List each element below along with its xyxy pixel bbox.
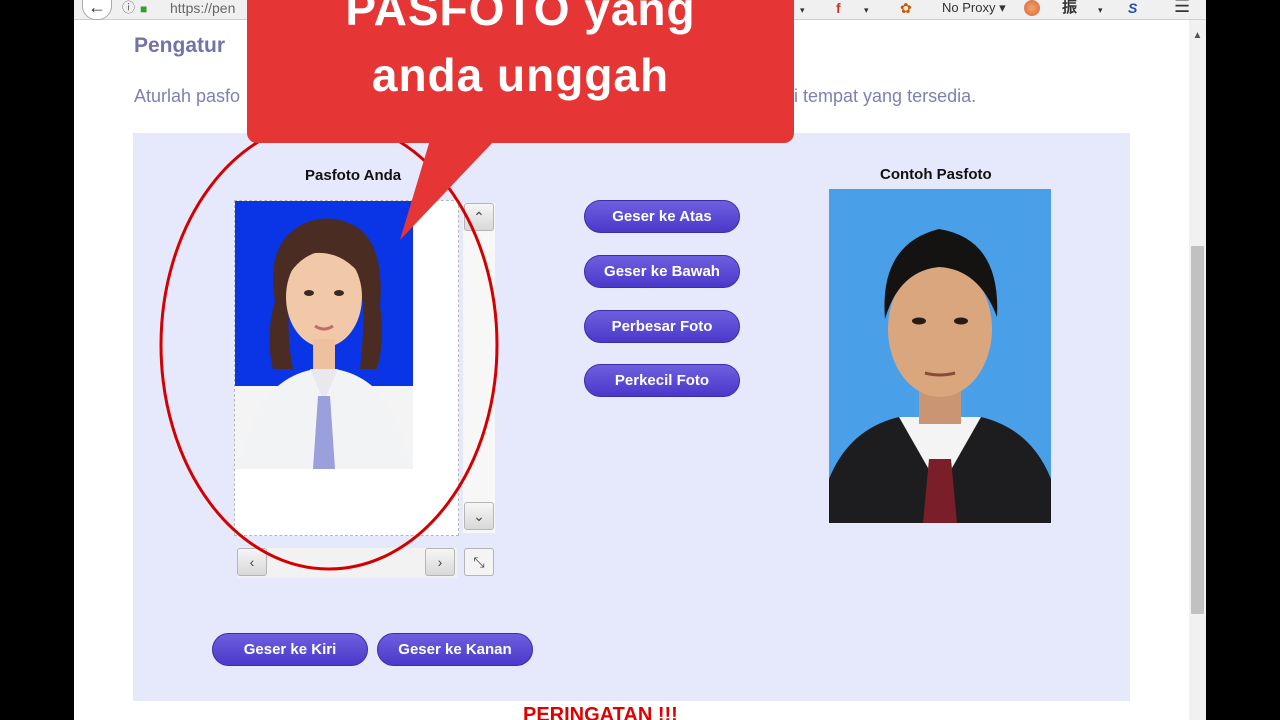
chevron-down-icon[interactable]: ▾ [800, 2, 805, 22]
chevron-down-icon: ▾ [999, 0, 1006, 15]
info-icon[interactable]: ⓘ [122, 0, 135, 20]
page-heading: Pengatur [134, 34, 226, 57]
chevron-right-icon: › [437, 554, 443, 570]
pan-up-button[interactable]: ⌃ [464, 203, 494, 231]
sample-photo [829, 189, 1051, 523]
move-right-button[interactable]: Geser ke Kanan [377, 633, 533, 666]
move-left-button[interactable]: Geser ke Kiri [212, 633, 368, 666]
pan-right-button[interactable]: › [425, 548, 455, 576]
scrollbar-thumb[interactable] [1191, 246, 1204, 614]
proxy-selector[interactable]: No Proxy ▾ [942, 0, 1006, 20]
back-button[interactable]: ← [82, 0, 112, 20]
move-up-button[interactable]: Geser ke Atas [584, 200, 740, 233]
chevron-up-icon: ⌃ [473, 209, 485, 225]
sample-photo-caption: Contoh Pasfoto [880, 166, 992, 183]
address-bar[interactable]: https://pen [170, 0, 235, 20]
chevron-down-icon[interactable]: ▾ [864, 2, 869, 22]
move-down-button[interactable]: Geser ke Bawah [584, 255, 740, 288]
uploaded-photo[interactable] [235, 201, 413, 469]
font-extension-icon[interactable]: f [836, 0, 841, 20]
hamburger-menu-icon[interactable]: ☰ [1174, 0, 1190, 18]
kanji-extension-icon[interactable]: 振 [1062, 0, 1077, 20]
page-scrollbar[interactable]: ▲ [1189, 20, 1206, 720]
warning-text: PERINGATAN !!! [523, 704, 678, 720]
callout-text-line1: PASFOTO yang [345, 0, 696, 35]
resize-handle[interactable]: ⤡ [464, 548, 494, 576]
pan-left-button[interactable]: ‹ [237, 548, 267, 576]
sj-extension-icon[interactable]: S [1128, 0, 1137, 20]
chevron-up-icon[interactable]: ▲ [1189, 30, 1206, 41]
chevron-left-icon: ‹ [249, 554, 255, 570]
proxy-label: No Proxy [942, 0, 996, 15]
screen: ← ⓘ ■ https://pen ▾ f ▾ ✿ No Proxy ▾ 振 ▾… [0, 0, 1280, 720]
chevron-down-icon[interactable]: ▾ [1098, 2, 1103, 22]
photo-crop-frame[interactable] [234, 200, 459, 536]
horizontal-pan-track[interactable] [237, 548, 457, 578]
callout-text-line2: anda unggah [371, 49, 670, 101]
pan-down-button[interactable]: ⌄ [464, 502, 494, 530]
instruction-text-end: i tempat yang tersedia. [794, 86, 977, 106]
zoom-out-button[interactable]: Perkecil Foto [584, 364, 740, 397]
instruction-text-start: Aturlah pasfo [134, 86, 241, 106]
fox-extension-icon[interactable]: ✿ [900, 0, 912, 20]
photo-adjust-panel: Pasfoto Anda Contoh Pasfoto ⌃ ⌄ ‹ › ⤡ Ge… [133, 133, 1130, 701]
your-photo-caption: Pasfoto Anda [305, 167, 402, 184]
vertical-pan-track[interactable] [463, 203, 495, 533]
lock-icon: ■ [140, 2, 148, 16]
resize-icon: ⤡ [473, 554, 485, 570]
zoom-in-button[interactable]: Perbesar Foto [584, 310, 740, 343]
orange-extension-icon[interactable] [1024, 0, 1040, 16]
chevron-down-icon: ⌄ [473, 508, 485, 524]
